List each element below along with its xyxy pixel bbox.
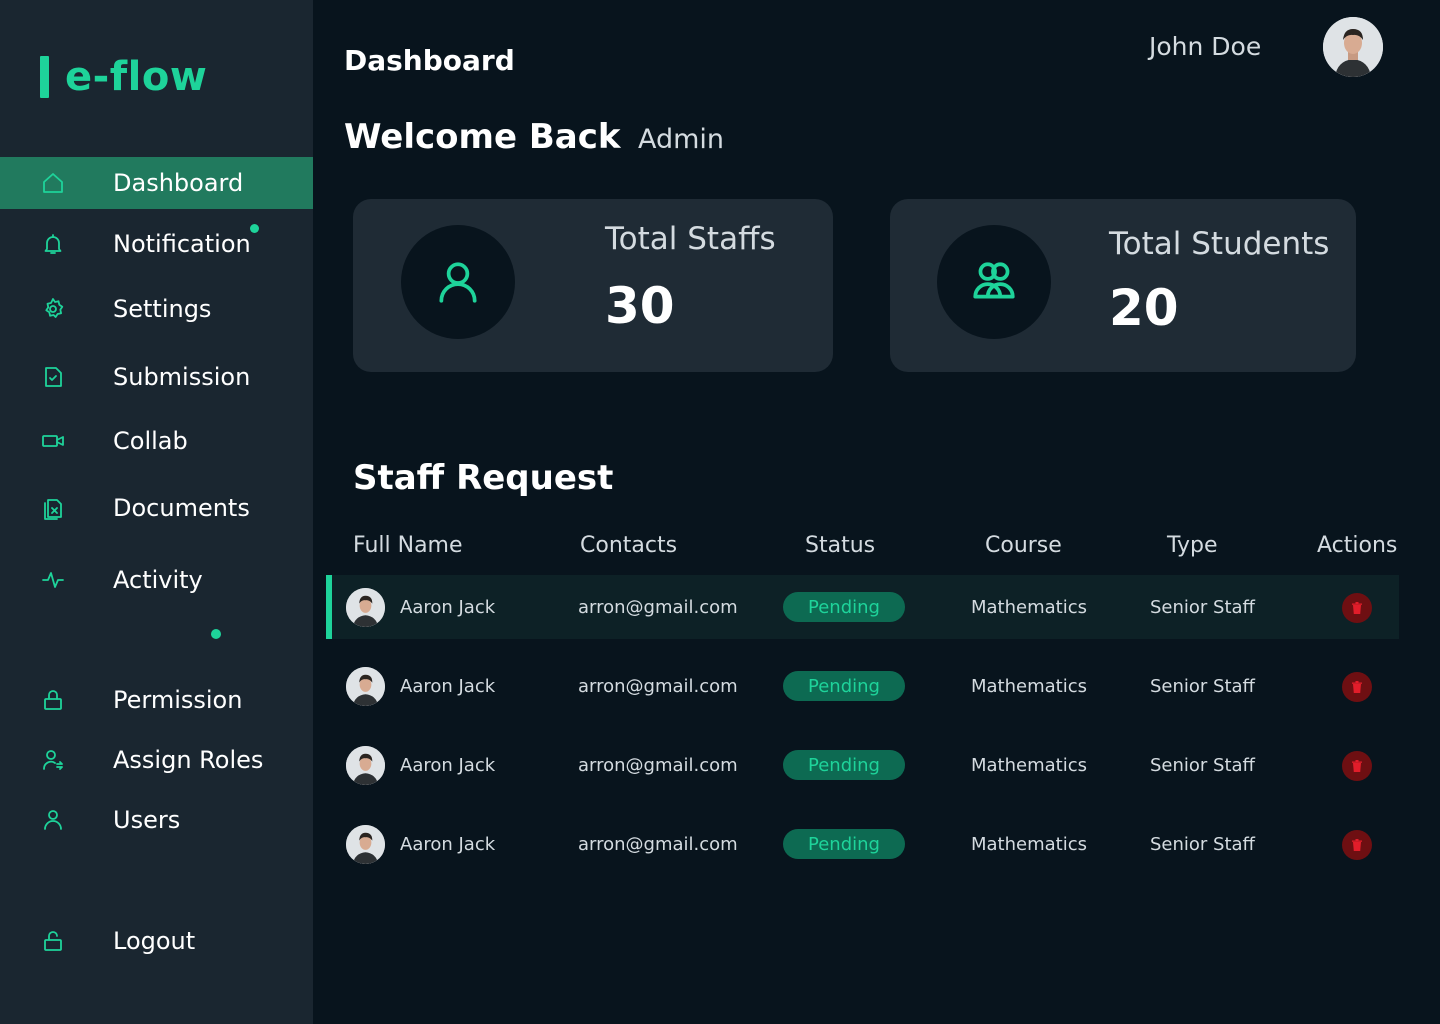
sidebar-item-logout[interactable]: Logout	[0, 915, 313, 967]
logo-bar	[40, 56, 49, 98]
staff-contact[interactable]: arron@gmail.com	[578, 597, 738, 618]
status-badge: Pending	[783, 671, 905, 701]
column-header-actions: Actions	[1317, 533, 1398, 558]
lock-icon	[40, 687, 66, 713]
staff-course: Mathematics	[971, 676, 1087, 697]
staff-course: Mathematics	[971, 755, 1087, 776]
column-header-full-name: Full Name	[353, 533, 463, 558]
avatar	[346, 667, 385, 706]
brand-name: e-flow	[65, 54, 208, 100]
user-icon	[401, 225, 515, 339]
staff-name: Aaron Jack	[400, 676, 496, 697]
stat-value: 20	[1109, 279, 1179, 337]
avatar	[346, 588, 385, 627]
status-badge: Pending	[783, 829, 905, 859]
row-accent	[326, 575, 332, 639]
delete-button[interactable]	[1342, 830, 1372, 860]
column-header-type: Type	[1167, 533, 1218, 558]
sidebar-item-users[interactable]: Users	[0, 794, 313, 846]
stat-label: Total Students	[1109, 226, 1330, 262]
section-title: Staff Request	[353, 458, 614, 498]
staff-type: Senior Staff	[1150, 597, 1255, 618]
sidebar-item-label: Logout	[113, 927, 196, 955]
sidebar-item-settings[interactable]: Settings	[0, 283, 313, 335]
staff-name: Aaron Jack	[400, 755, 496, 776]
stat-card-students: Total Students 20	[890, 199, 1356, 372]
trash-icon	[1352, 760, 1362, 772]
video-icon	[40, 428, 66, 454]
delete-button[interactable]	[1342, 751, 1372, 781]
documents-icon	[40, 495, 66, 521]
user-role: Admin	[638, 124, 725, 155]
sidebar-item-label: Settings	[113, 295, 212, 323]
brand-logo[interactable]: e-flow	[40, 54, 208, 100]
table-row[interactable]: Aaron Jack arron@gmail.com Pending Mathe…	[326, 733, 1399, 797]
avatar[interactable]	[1323, 17, 1383, 77]
stat-card-staffs: Total Staffs 30	[353, 199, 833, 372]
user-assign-icon	[40, 747, 66, 773]
page-title: Dashboard	[344, 44, 515, 77]
activity-icon	[40, 567, 66, 593]
unlock-icon	[40, 928, 66, 954]
sidebar-item-dashboard[interactable]: Dashboard	[0, 157, 313, 209]
delete-button[interactable]	[1342, 593, 1372, 623]
sidebar-item-collab[interactable]: Collab	[0, 415, 313, 467]
sidebar-item-label: Permission	[113, 686, 243, 714]
column-header-status: Status	[805, 533, 876, 558]
staff-type: Senior Staff	[1150, 755, 1255, 776]
staff-contact[interactable]: arron@gmail.com	[578, 676, 738, 697]
trash-icon	[1352, 602, 1362, 614]
bell-icon	[40, 231, 66, 257]
sidebar: e-flow Dashboard Notification Settings S…	[0, 0, 313, 1024]
sidebar-item-label: Submission	[113, 363, 251, 391]
user-icon	[40, 807, 66, 833]
gear-icon	[40, 296, 66, 322]
sidebar-item-label: Notification	[113, 230, 251, 258]
table-row[interactable]: Aaron Jack arron@gmail.com Pending Mathe…	[326, 575, 1399, 639]
avatar	[346, 746, 385, 785]
user-name[interactable]: John Doe	[1149, 32, 1261, 61]
avatar	[346, 825, 385, 864]
stat-value: 30	[605, 277, 675, 335]
column-header-course: Course	[985, 533, 1062, 558]
sidebar-item-notification[interactable]: Notification	[0, 218, 313, 270]
delete-button[interactable]	[1342, 672, 1372, 702]
sidebar-item-label: Dashboard	[113, 169, 244, 197]
file-check-icon	[40, 364, 66, 390]
staff-type: Senior Staff	[1150, 834, 1255, 855]
staff-name: Aaron Jack	[400, 597, 496, 618]
sidebar-item-label: Assign Roles	[113, 746, 264, 774]
home-icon	[40, 170, 66, 196]
sidebar-item-label: Collab	[113, 427, 188, 455]
staff-name: Aaron Jack	[400, 834, 496, 855]
welcome-heading: Welcome Back	[344, 117, 621, 157]
staff-type: Senior Staff	[1150, 676, 1255, 697]
sidebar-item-label: Users	[113, 806, 181, 834]
trash-icon	[1352, 839, 1362, 851]
sidebar-item-permission[interactable]: Permission	[0, 674, 313, 726]
staff-contact[interactable]: arron@gmail.com	[578, 755, 738, 776]
status-badge: Pending	[783, 750, 905, 780]
column-header-contacts: Contacts	[580, 533, 678, 558]
indicator-dot	[211, 629, 221, 639]
staff-course: Mathematics	[971, 597, 1087, 618]
sidebar-item-label: Documents	[113, 494, 250, 522]
staff-course: Mathematics	[971, 834, 1087, 855]
sidebar-item-label: Activity	[113, 566, 203, 594]
status-badge: Pending	[783, 592, 905, 622]
sidebar-item-documents[interactable]: Documents	[0, 482, 313, 534]
table-row[interactable]: Aaron Jack arron@gmail.com Pending Mathe…	[326, 654, 1399, 718]
sidebar-item-submission[interactable]: Submission	[0, 351, 313, 403]
sidebar-item-assign-roles[interactable]: Assign Roles	[0, 734, 313, 786]
staff-contact[interactable]: arron@gmail.com	[578, 834, 738, 855]
users-group-icon	[937, 225, 1051, 339]
trash-icon	[1352, 681, 1362, 693]
sidebar-item-activity[interactable]: Activity	[0, 554, 313, 606]
table-row[interactable]: Aaron Jack arron@gmail.com Pending Mathe…	[326, 812, 1399, 876]
notification-dot	[250, 224, 259, 233]
stat-label: Total Staffs	[605, 221, 776, 257]
